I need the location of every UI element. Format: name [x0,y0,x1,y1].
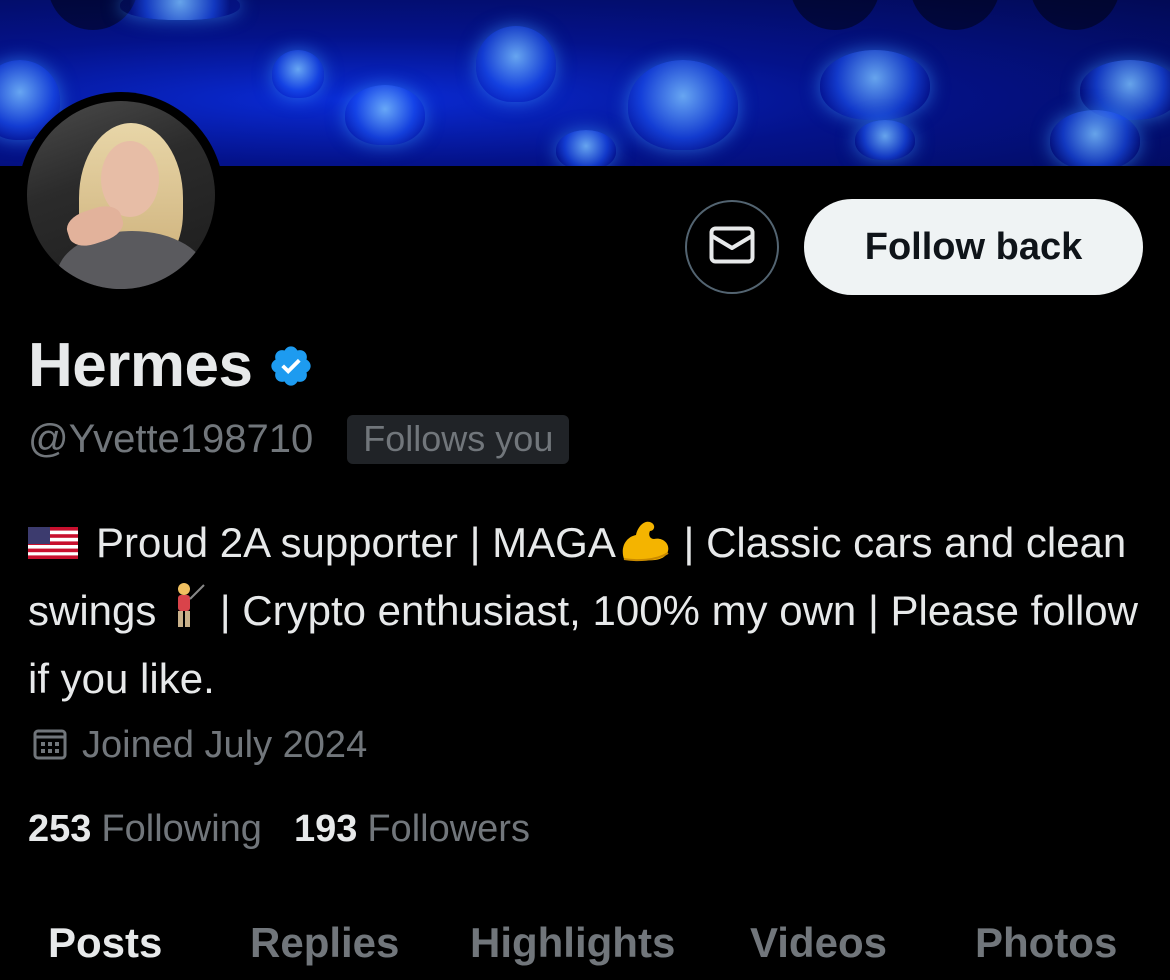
golfer-icon [168,581,208,648]
jellyfish-decoration [855,120,915,160]
tab-videos[interactable]: Videos [750,919,887,967]
jellyfish-decoration [120,0,240,20]
us-flag-icon [28,514,78,559]
handle-row: @Yvette198710 Follows you [28,415,570,464]
jellyfish-decoration [556,130,616,166]
followers-count: 193 [293,808,358,850]
avatar-image [27,101,215,289]
follows-you-badge: Follows you [347,415,570,464]
followers-label: Followers [367,808,530,850]
joined-date: Joined July 2024 [82,724,368,766]
tab-replies[interactable]: Replies [250,919,399,967]
following-link[interactable]: 253 Following [28,808,262,851]
profile-name-row: Hermes [28,330,314,401]
jellyfish-decoration [820,50,930,120]
jellyfish-decoration [628,60,738,150]
avatar[interactable] [18,92,224,298]
jellyfish-decoration [1050,110,1140,166]
bio-text-part1: Proud 2A supporter | MAGA [96,519,616,566]
joined-date-row: Joined July 2024 [32,724,367,767]
followers-link[interactable]: 193 Followers [294,808,530,851]
profile-bio: Proud 2A supporter | MAGA | Classic cars… [28,512,1138,710]
banner-action-button[interactable] [790,0,880,30]
message-button[interactable] [685,200,779,294]
flexed-biceps-icon [616,517,672,580]
message-icon [709,226,755,269]
calendar-icon [32,725,68,766]
tab-highlights[interactable]: Highlights [470,919,675,967]
tab-posts[interactable]: Posts [48,919,162,967]
follow-stats: 253 Following 193 Followers [28,808,530,851]
following-count: 253 [28,808,92,850]
tab-photos[interactable]: Photos [975,919,1117,967]
jellyfish-decoration [272,50,324,98]
display-name: Hermes [28,331,253,400]
jellyfish-decoration [345,85,425,145]
user-handle: @Yvette198710 [28,417,314,461]
following-label: Following [101,808,262,850]
follow-back-button[interactable]: Follow back [804,199,1143,295]
verified-badge-icon[interactable] [268,343,314,394]
search-button[interactable] [910,0,1000,30]
more-button[interactable] [1030,0,1120,30]
profile-tabs: Posts Replies Highlights Videos Photos [0,915,1170,980]
jellyfish-decoration [476,26,556,102]
